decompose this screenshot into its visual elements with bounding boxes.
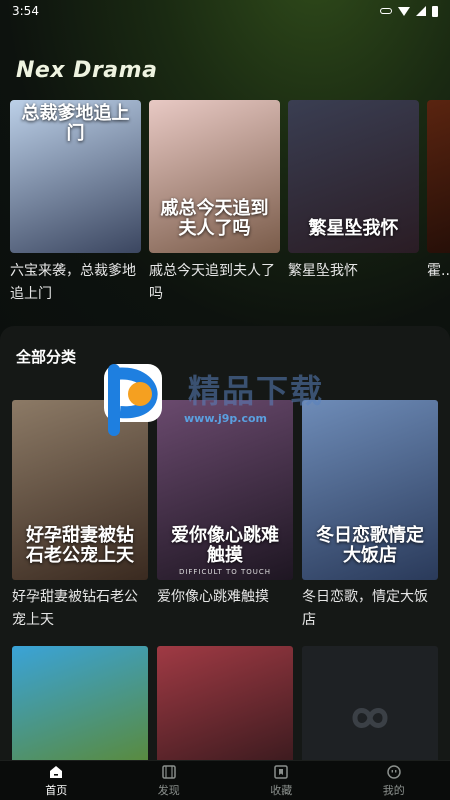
- section-title: 全部分类: [16, 348, 77, 366]
- category-section: 全部分类 好孕甜妻被钻石老公宠上天 好孕甜妻被钻石老公宠上天 爱你像心跳难触摸 …: [0, 326, 450, 766]
- poster-title: 爱你像心跳难触摸: [171, 525, 279, 567]
- film-icon: [162, 764, 176, 779]
- featured-title[interactable]: 繁星坠我怀: [288, 260, 419, 283]
- drama-card[interactable]: [157, 646, 293, 766]
- featured-card[interactable]: 戚总今天追到夫人了吗 戚总今天追到夫人了吗: [149, 100, 280, 320]
- tab-label: 我的: [382, 783, 405, 797]
- featured-poster[interactable]: 繁星坠我怀: [288, 100, 419, 253]
- status-bar: 3:54: [0, 0, 450, 22]
- drama-card[interactable]: 爱你像心跳难触摸 DIFFICULT TO TOUCH 爱你像心跳难触摸: [157, 400, 293, 632]
- tab-label: 发现: [157, 783, 180, 797]
- bookmark-icon: [274, 764, 288, 779]
- infinity-icon: [352, 708, 388, 728]
- drama-card[interactable]: [302, 646, 438, 766]
- featured-card[interactable]: 霍...又...: [427, 100, 450, 320]
- drama-card[interactable]: 好孕甜妻被钻石老公宠上天 好孕甜妻被钻石老公宠上天: [12, 400, 148, 632]
- bottom-tab-bar: 首页 发现 收藏 我的: [0, 760, 450, 800]
- poster-title: 繁星坠我怀: [308, 218, 399, 240]
- profile-icon: [387, 764, 401, 779]
- drama-poster[interactable]: 好孕甜妻被钻石老公宠上天: [12, 400, 148, 580]
- status-time: 3:54: [12, 4, 39, 18]
- tab-discover[interactable]: 发现: [113, 761, 226, 800]
- featured-carousel[interactable]: 总裁爹地追上门 六宝来袭，总裁爹地追上门 戚总今天追到夫人了吗 戚总今天追到夫人…: [10, 100, 450, 320]
- drama-poster[interactable]: 冬日恋歌情定大饭店: [302, 400, 438, 580]
- tab-profile[interactable]: 我的: [338, 761, 450, 800]
- poster-subtitle: DIFFICULT TO TOUCH: [178, 568, 272, 576]
- featured-title[interactable]: 六宝来袭，总裁爹地追上门: [10, 260, 141, 306]
- drama-poster[interactable]: [157, 646, 293, 766]
- drama-title[interactable]: 好孕甜妻被钻石老公宠上天: [12, 586, 148, 632]
- featured-poster[interactable]: [427, 100, 450, 253]
- drama-poster-placeholder[interactable]: [302, 646, 438, 766]
- featured-poster[interactable]: 戚总今天追到夫人了吗: [149, 100, 280, 253]
- drama-title[interactable]: 爱你像心跳难触摸: [157, 586, 293, 609]
- tab-label: 首页: [45, 783, 68, 797]
- drama-card[interactable]: 冬日恋歌情定大饭店 冬日恋歌，情定大饭店: [302, 400, 438, 632]
- tab-label: 收藏: [270, 783, 293, 797]
- app-brand: Nex Drama: [16, 58, 158, 83]
- poster-title: 总裁爹地追上门: [21, 103, 130, 144]
- featured-title[interactable]: 霍...又...: [427, 260, 450, 283]
- drama-title[interactable]: 冬日恋歌，情定大饭店: [302, 586, 438, 632]
- drama-poster[interactable]: 爱你像心跳难触摸 DIFFICULT TO TOUCH: [157, 400, 293, 580]
- drama-card[interactable]: [12, 646, 148, 766]
- featured-title[interactable]: 戚总今天追到夫人了吗: [149, 260, 280, 306]
- drama-poster[interactable]: [12, 646, 148, 766]
- key-icon: [380, 8, 392, 14]
- featured-poster[interactable]: 总裁爹地追上门: [10, 100, 141, 253]
- home-icon: [50, 765, 63, 778]
- status-icons: [380, 5, 438, 17]
- cellular-icon: [416, 6, 426, 16]
- drama-grid: 好孕甜妻被钻石老公宠上天 好孕甜妻被钻石老公宠上天 爱你像心跳难触摸 DIFFI…: [12, 400, 438, 766]
- battery-icon: [432, 5, 438, 17]
- tab-home[interactable]: 首页: [0, 761, 113, 800]
- tab-favorites[interactable]: 收藏: [225, 761, 338, 800]
- wifi-icon: [398, 6, 410, 16]
- featured-card[interactable]: 总裁爹地追上门 六宝来袭，总裁爹地追上门: [10, 100, 141, 320]
- featured-card[interactable]: 繁星坠我怀 繁星坠我怀: [288, 100, 419, 320]
- poster-title: 好孕甜妻被钻石老公宠上天: [26, 525, 134, 567]
- poster-title: 冬日恋歌情定大饭店: [316, 525, 424, 567]
- poster-title: 戚总今天追到夫人了吗: [160, 198, 269, 240]
